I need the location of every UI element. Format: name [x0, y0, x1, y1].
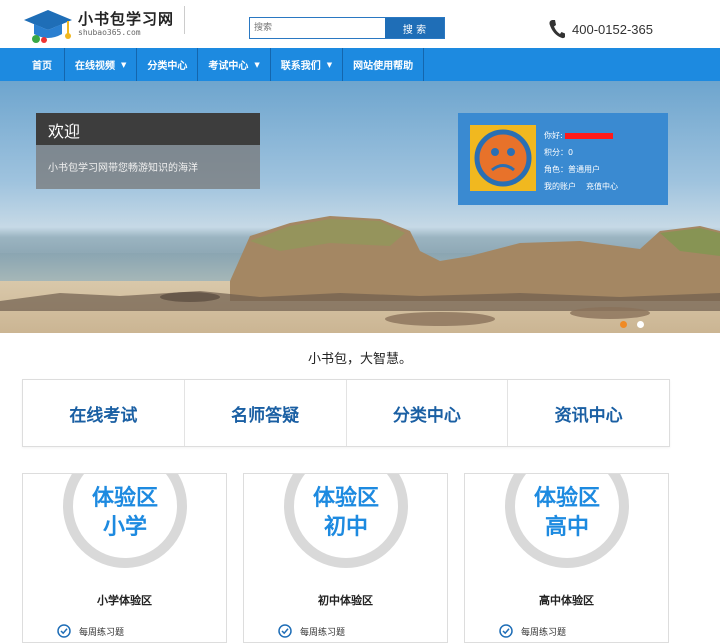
badge-label-top: 体验区 [312, 486, 379, 511]
card-title: 高中体验区 [539, 594, 594, 607]
nav-online-video[interactable]: 在线视频 ▼ [65, 48, 138, 81]
banner-rocks [0, 216, 720, 326]
redacted-username [564, 132, 613, 139]
feature-label: 每周练习题 [300, 627, 346, 638]
carousel-dot[interactable] [637, 321, 644, 328]
check-circle-icon [499, 624, 513, 638]
site-logo[interactable]: 小书包学习网 shubao365.com [22, 6, 182, 43]
nav-label: 考试中心 [208, 61, 249, 72]
search-bar: 搜 索 [249, 17, 445, 39]
card-title: 小学体验区 [97, 594, 152, 607]
site-domain: shubao365.com [78, 28, 141, 37]
site-header: 小书包学习网 shubao365.com 搜 索 400-0152-365 [0, 0, 720, 48]
phone-number: 400-0152-365 [572, 21, 653, 37]
badge-label-bottom: 高中 [544, 515, 589, 540]
check-circle-icon [57, 624, 71, 638]
card-title: 初中体验区 [318, 594, 373, 607]
nav-label: 网站使用帮助 [353, 61, 414, 72]
quick-link-news-center[interactable]: 资讯中心 [508, 380, 669, 446]
user-info-panel: 你好: 积分：0 角色：普通用户 我的账户 充值中心 [458, 113, 668, 205]
site-title: 小书包学习网 [78, 10, 175, 28]
carousel-dots [620, 321, 654, 328]
points-label: 积分： [544, 148, 568, 157]
quick-link-online-exam[interactable]: 在线考试 [23, 380, 185, 446]
main-nav: 首页 在线视频 ▼ 分类中心 考试中心 ▼ 联系我们 ▼ 网站使用帮助 [0, 48, 720, 81]
my-account-link[interactable]: 我的账户 [544, 182, 576, 191]
recharge-link[interactable]: 充值中心 [586, 182, 618, 191]
welcome-subtitle: 小书包学习网带您畅游知识的海洋 [36, 145, 260, 189]
hotline: 400-0152-365 [548, 18, 653, 40]
points-value: 0 [568, 148, 574, 157]
badge-label-top: 体验区 [533, 486, 600, 511]
nav-label: 分类中心 [147, 61, 188, 72]
nav-category-center[interactable]: 分类中心 [137, 48, 199, 81]
search-input[interactable] [250, 18, 385, 38]
slogan: 小书包，大智慧。 [307, 352, 412, 367]
quick-links: 在线考试 名师答疑 分类中心 资讯中心 [22, 379, 670, 447]
user-links: 我的账户 充值中心 [544, 178, 628, 195]
quick-link-teacher-qa[interactable]: 名师答疑 [185, 380, 347, 446]
nav-contact-us[interactable]: 联系我们 ▼ [271, 48, 344, 81]
nav-label: 首页 [32, 61, 52, 72]
greeting-label: 你好: [544, 131, 563, 140]
card-junior-trial[interactable]: 体验区 初中 初中体验区 每周练习题 [243, 473, 448, 643]
points-row: 积分：0 [544, 144, 628, 161]
card-badge: 体验区 初中 [284, 474, 408, 568]
nav-label: 联系我们 [280, 61, 321, 72]
welcome-title: 欢迎 [36, 113, 260, 145]
hero-banner: 欢迎 小书包学习网带您畅游知识的海洋 你好: 积分：0 角色：普通用户 我的账户… [0, 81, 720, 333]
role-value: 普通用户 [568, 165, 600, 174]
phone-icon [549, 20, 565, 39]
caret-down-icon: ▼ [254, 60, 260, 69]
card-senior-trial[interactable]: 体验区 高中 高中体验区 每周练习题 [464, 473, 669, 643]
badge-label-bottom: 初中 [323, 515, 368, 540]
card-feature: 每周练习题 [278, 624, 345, 638]
nav-home[interactable]: 首页 [0, 48, 65, 81]
check-circle-icon [278, 624, 292, 638]
search-button[interactable]: 搜 索 [385, 18, 444, 38]
nav-exam-center[interactable]: 考试中心 ▼ [198, 48, 271, 81]
carousel-dot-active[interactable] [620, 321, 627, 328]
role-label: 角色： [544, 165, 568, 174]
card-badge: 体验区 高中 [505, 474, 629, 568]
caret-down-icon: ▼ [326, 60, 333, 69]
nav-site-help[interactable]: 网站使用帮助 [343, 48, 425, 81]
badge-label-bottom: 小学 [102, 515, 147, 540]
user-details: 你好: 积分：0 角色：普通用户 我的账户 充值中心 [544, 127, 628, 195]
graduation-cap-icon [24, 10, 72, 43]
card-primary-trial[interactable]: 体验区 小学 小学体验区 每周练习题 [22, 473, 227, 643]
card-feature: 每周练习题 [499, 624, 566, 638]
user-greeting-row: 你好: [544, 127, 628, 144]
quick-link-category-center[interactable]: 分类中心 [347, 380, 509, 446]
feature-label: 每周练习题 [79, 627, 125, 638]
avatar-icon[interactable] [470, 125, 536, 191]
caret-down-icon: ▼ [121, 60, 127, 69]
feature-label: 每周练习题 [521, 627, 567, 638]
card-feature: 每周练习题 [57, 624, 124, 638]
header-divider [184, 6, 185, 34]
role-row: 角色：普通用户 [544, 161, 628, 178]
nav-label: 在线视频 [75, 61, 115, 72]
card-badge: 体验区 小学 [63, 474, 187, 568]
badge-label-top: 体验区 [91, 486, 158, 511]
